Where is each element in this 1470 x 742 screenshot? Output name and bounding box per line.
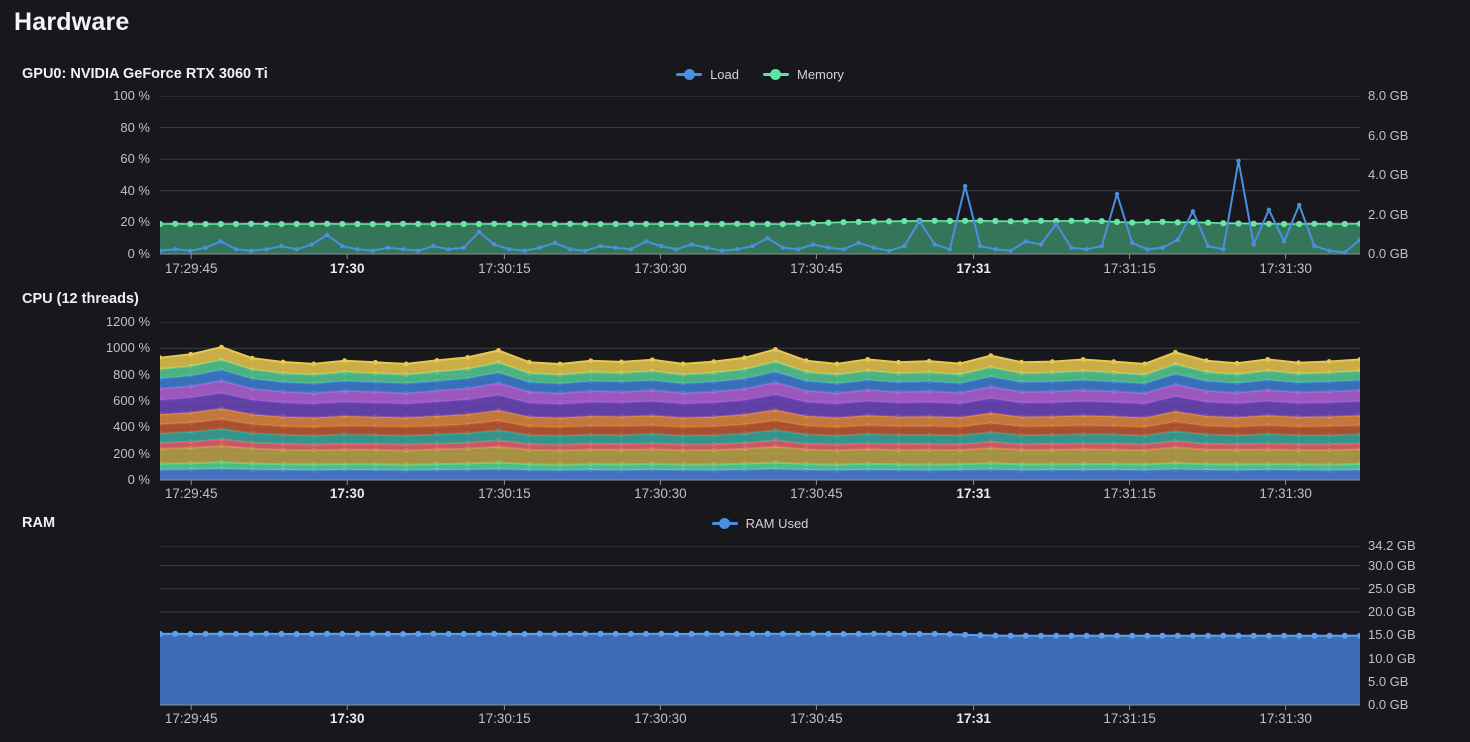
axis-tick-label: 800 % [0, 366, 150, 384]
axis-tick-label: 200 % [0, 445, 150, 463]
legend-item-memory[interactable]: Memory [763, 67, 844, 82]
axis-tick-label: 40 % [0, 182, 150, 200]
time-axis-label: 17:31:15 [1103, 261, 1156, 276]
time-axis-label: 17:30:30 [634, 261, 687, 276]
time-axis-label: 17:31 [956, 711, 991, 726]
axis-tick-label: 25.0 GB [1368, 580, 1416, 598]
time-axis-label: 17:30:15 [478, 486, 531, 501]
time-axis-label: 17:30:15 [478, 261, 531, 276]
ram-chart[interactable] [160, 546, 1360, 711]
axis-tick-label: 1000 % [0, 339, 150, 357]
axis-tick-label: 8.0 GB [1368, 87, 1408, 105]
time-axis-label: 17:30:30 [634, 486, 687, 501]
axis-tick-label: 4.0 GB [1368, 166, 1408, 184]
axis-tick-label: 6.0 GB [1368, 127, 1408, 145]
axis-tick-label: 15.0 GB [1368, 626, 1416, 644]
time-axis-label: 17:29:45 [165, 486, 218, 501]
axis-tick-label: 0.0 GB [1368, 696, 1408, 714]
axis-tick-label: 400 % [0, 418, 150, 436]
time-axis-label: 17:30 [330, 261, 365, 276]
time-axis-label: 17:29:45 [165, 261, 218, 276]
time-axis-label: 17:30:45 [790, 711, 843, 726]
axis-tick-label: 80 % [0, 119, 150, 137]
legend-label: RAM Used [746, 516, 809, 531]
legend-series-icon [676, 68, 702, 80]
ram-chart-title: RAM [22, 515, 55, 531]
time-axis-label: 17:31:30 [1259, 486, 1312, 501]
gpu-chart[interactable] [160, 96, 1360, 260]
axis-tick-label: 10.0 GB [1368, 650, 1416, 668]
axis-tick-label: 2.0 GB [1368, 206, 1408, 224]
time-axis-label: 17:31:15 [1103, 486, 1156, 501]
axis-tick-label: 34.2 GB [1368, 537, 1416, 555]
axis-tick-label: 0.0 GB [1368, 245, 1408, 263]
time-axis-label: 17:30:45 [790, 486, 843, 501]
legend-label: Load [710, 67, 739, 82]
axis-tick-label: 1200 % [0, 313, 150, 331]
axis-tick-label: 0 % [0, 471, 150, 489]
legend-item-ram-used[interactable]: RAM Used [712, 516, 809, 531]
page-title: Hardware [14, 8, 130, 37]
legend-series-icon [712, 517, 738, 529]
time-axis-label: 17:30 [330, 486, 365, 501]
axis-tick-label: 30.0 GB [1368, 557, 1416, 575]
hardware-page: Hardware GPU0: NVIDIA GeForce RTX 3060 T… [0, 0, 1470, 742]
time-axis-label: 17:30 [330, 711, 365, 726]
gpu-legend: Load Memory [160, 64, 1360, 84]
legend-label: Memory [797, 67, 844, 82]
axis-tick-label: 100 % [0, 87, 150, 105]
ram-legend: RAM Used [160, 513, 1360, 533]
time-axis-label: 17:31:30 [1259, 261, 1312, 276]
time-axis-label: 17:31:15 [1103, 711, 1156, 726]
axis-tick-label: 60 % [0, 150, 150, 168]
axis-tick-label: 20.0 GB [1368, 603, 1416, 621]
axis-tick-label: 600 % [0, 392, 150, 410]
time-axis-label: 17:30:30 [634, 711, 687, 726]
axis-tick-label: 5.0 GB [1368, 673, 1408, 691]
axis-tick-label: 20 % [0, 213, 150, 231]
cpu-chart-title: CPU (12 threads) [22, 291, 139, 307]
legend-series-icon [763, 68, 789, 80]
legend-item-load[interactable]: Load [676, 67, 739, 82]
time-axis-label: 17:31 [956, 261, 991, 276]
time-axis-label: 17:30:45 [790, 261, 843, 276]
time-axis-label: 17:31 [956, 486, 991, 501]
time-axis-label: 17:29:45 [165, 711, 218, 726]
axis-tick-label: 0 % [0, 245, 150, 263]
time-axis-label: 17:30:15 [478, 711, 531, 726]
cpu-chart[interactable] [160, 322, 1360, 486]
time-axis-label: 17:31:30 [1259, 711, 1312, 726]
